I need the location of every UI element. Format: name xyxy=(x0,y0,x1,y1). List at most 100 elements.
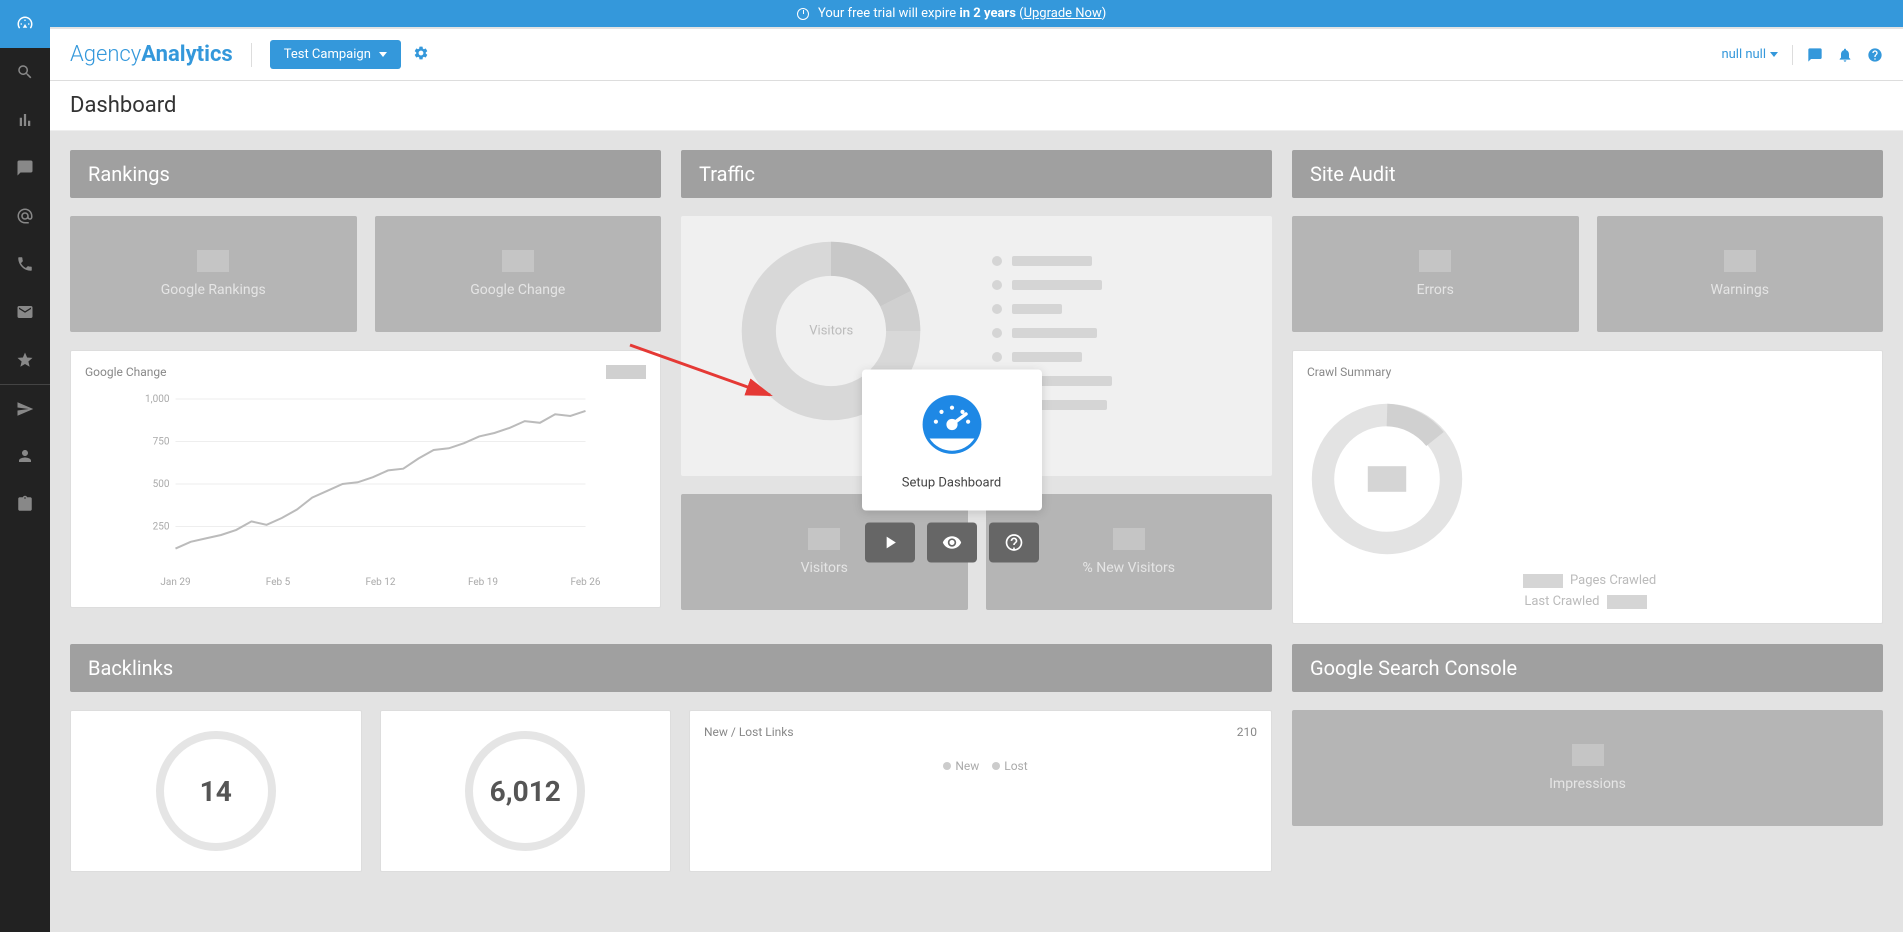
sidebar-item-phone[interactable] xyxy=(0,240,50,288)
chart-legend-placeholder xyxy=(606,365,646,379)
legend-dot-icon xyxy=(943,762,951,770)
dashboard-gauge-icon xyxy=(917,390,987,460)
sidebar-item-search[interactable] xyxy=(0,48,50,96)
svg-text:1,000: 1,000 xyxy=(145,394,170,405)
stat-tile-warnings[interactable]: Warnings xyxy=(1597,216,1884,332)
sidebar-item-at[interactable] xyxy=(0,192,50,240)
sidebar-item-tasks[interactable] xyxy=(0,480,50,528)
logo-analytics: Analytics xyxy=(141,42,232,67)
play-icon xyxy=(880,533,900,553)
legend-item xyxy=(992,328,1253,338)
gauge-icon xyxy=(16,15,34,33)
logo[interactable]: AgencyAnalytics xyxy=(70,42,233,67)
bell-icon[interactable] xyxy=(1837,47,1853,63)
paper-plane-icon xyxy=(16,400,34,418)
user-dropdown[interactable]: null null xyxy=(1721,47,1778,62)
sidebar-item-dashboard[interactable] xyxy=(0,0,50,48)
placeholder-icon xyxy=(808,528,840,550)
tile-label: Warnings xyxy=(1710,282,1769,298)
header-bar: AgencyAnalytics Test Campaign null null xyxy=(50,29,1903,81)
sidebar-item-analytics[interactable] xyxy=(0,96,50,144)
gsc-header: Google Search Console xyxy=(1292,644,1883,692)
legend-item xyxy=(992,280,1253,290)
user-icon xyxy=(16,447,34,465)
links-count: 210 xyxy=(1237,725,1257,739)
comment-icon xyxy=(16,159,34,177)
sidebar-item-messages[interactable] xyxy=(0,144,50,192)
header-separator xyxy=(1792,45,1793,65)
stat-circle: 6,012 xyxy=(465,731,585,851)
clipboard-icon xyxy=(16,495,34,513)
search-icon xyxy=(16,63,34,81)
sidebar-item-users[interactable] xyxy=(0,432,50,480)
at-icon xyxy=(16,207,34,225)
legend-new: New xyxy=(955,759,979,773)
placeholder-icon xyxy=(502,250,534,272)
caret-down-icon xyxy=(1770,52,1778,57)
stat-tile-impressions[interactable]: Impressions xyxy=(1292,710,1883,826)
gsc-widget: Google Search Console Impressions xyxy=(1292,644,1883,872)
legend-item xyxy=(992,352,1253,362)
tile-label: % New Visitors xyxy=(1083,560,1175,576)
stat-circle: 14 xyxy=(156,731,276,851)
audit-donut-icon xyxy=(1307,399,1467,559)
pages-crawled-label: Pages Crawled xyxy=(1570,573,1656,588)
banner-text-prefix: Your free trial will expire xyxy=(818,6,959,21)
help-icon[interactable] xyxy=(1867,47,1883,63)
gear-icon xyxy=(413,45,429,61)
rankings-header: Rankings xyxy=(70,150,661,198)
banner-text-bold: in 2 years xyxy=(959,6,1016,21)
backlinks-circle-2: 6,012 xyxy=(380,710,672,872)
sidebar-item-mail[interactable] xyxy=(0,288,50,336)
audit-header: Site Audit xyxy=(1292,150,1883,198)
google-change-chart-card: Google Change 2505007501,000Jan 29Feb 5F… xyxy=(70,350,661,608)
crawl-summary-card: Crawl Summary Pages Crawled Last Crawled xyxy=(1292,350,1883,624)
setup-dashboard-card[interactable]: Setup Dashboard xyxy=(862,370,1042,511)
sidebar-item-send[interactable] xyxy=(0,384,50,432)
links-legend: New Lost xyxy=(704,759,1257,773)
help-button[interactable] xyxy=(989,523,1039,563)
svg-text:500: 500 xyxy=(153,479,170,490)
play-button[interactable] xyxy=(865,523,915,563)
line-chart: 2505007501,000Jan 29Feb 5Feb 12Feb 19Feb… xyxy=(85,389,646,589)
sidebar-item-favorites[interactable] xyxy=(0,336,50,384)
stat-tile-errors[interactable]: Errors xyxy=(1292,216,1579,332)
phone-icon xyxy=(16,255,34,273)
campaign-label: Test Campaign xyxy=(284,47,371,62)
placeholder-icon xyxy=(197,250,229,272)
eye-icon xyxy=(942,533,962,553)
placeholder-icon xyxy=(1572,744,1604,766)
legend-dot-icon xyxy=(992,762,1000,770)
svg-text:Feb 12: Feb 12 xyxy=(365,577,395,588)
header-separator xyxy=(251,43,252,67)
campaign-dropdown[interactable]: Test Campaign xyxy=(270,40,401,69)
legend-item xyxy=(992,304,1253,314)
tile-label: Visitors xyxy=(801,560,848,576)
legend-item xyxy=(992,256,1253,266)
header-right: null null xyxy=(1721,45,1883,65)
chart-title: Google Change xyxy=(85,365,646,379)
backlinks-circle-1: 14 xyxy=(70,710,362,872)
overlay-button-row xyxy=(862,523,1042,563)
links-label: New / Lost Links xyxy=(704,725,794,739)
upgrade-link[interactable]: Upgrade Now xyxy=(1024,6,1102,21)
tile-label: Errors xyxy=(1417,282,1454,298)
tile-label: Impressions xyxy=(1549,776,1626,792)
question-icon xyxy=(1004,533,1024,553)
donut-label: Visitors xyxy=(809,324,853,339)
last-crawled-label: Last Crawled xyxy=(1524,594,1599,609)
svg-text:Feb 19: Feb 19 xyxy=(468,577,498,588)
preview-button[interactable] xyxy=(927,523,977,563)
left-sidebar xyxy=(0,0,50,932)
stat-tile-google-change[interactable]: Google Change xyxy=(375,216,662,332)
backlinks-header: Backlinks xyxy=(70,644,1272,692)
tile-label: Google Rankings xyxy=(161,282,266,298)
svg-text:Jan 29: Jan 29 xyxy=(160,577,190,588)
star-icon xyxy=(16,351,34,369)
campaign-settings-button[interactable] xyxy=(413,45,429,65)
chat-icon[interactable] xyxy=(1807,47,1823,63)
setup-label: Setup Dashboard xyxy=(902,476,1002,491)
site-audit-widget: Site Audit Errors Warnings Crawl Summary xyxy=(1292,150,1883,624)
center-overlay: Setup Dashboard xyxy=(862,370,1042,563)
stat-tile-google-rankings[interactable]: Google Rankings xyxy=(70,216,357,332)
